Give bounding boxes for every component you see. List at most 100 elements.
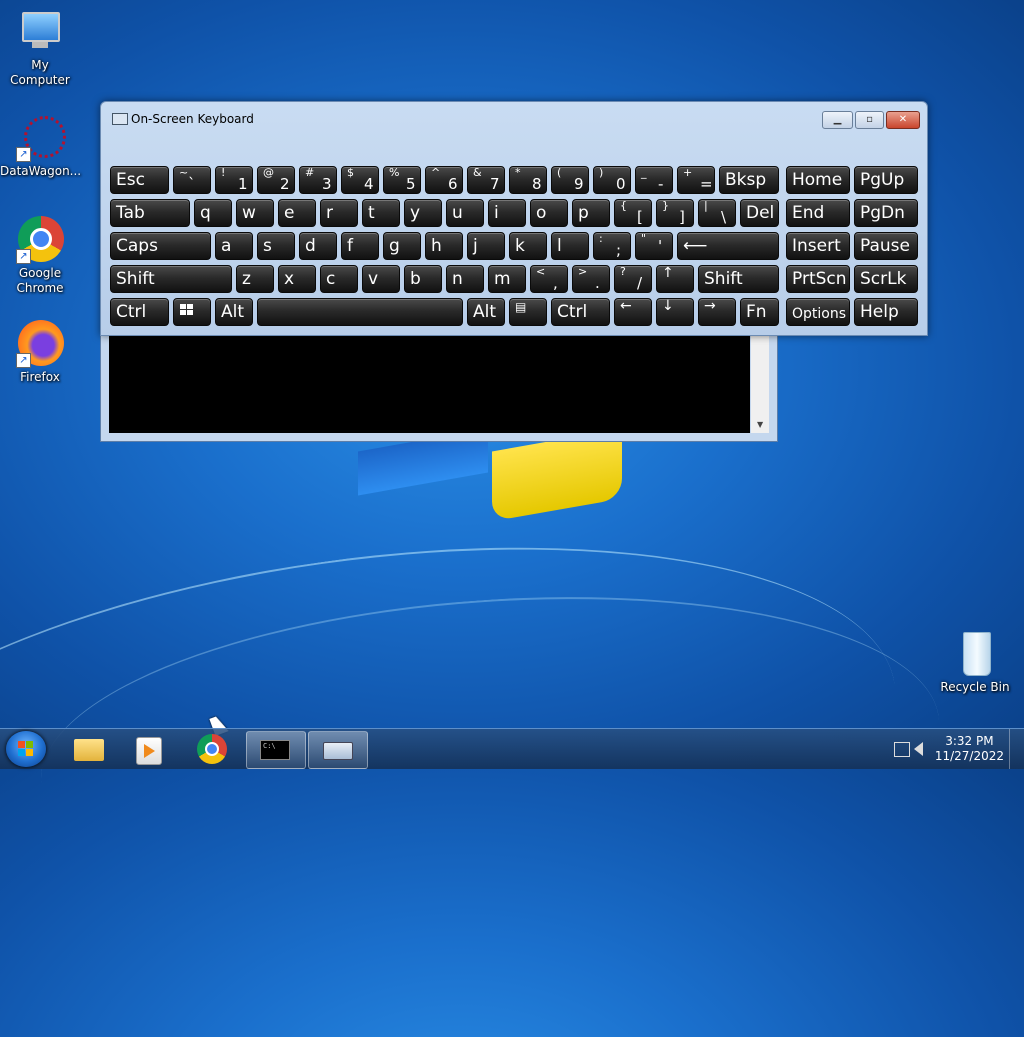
key-right-alt[interactable]: Alt <box>467 298 505 326</box>
key-pgdn[interactable]: PgDn <box>854 199 918 227</box>
key-b[interactable]: b <box>404 265 442 293</box>
key-a[interactable]: a <box>215 232 253 260</box>
taskbar-explorer-button[interactable] <box>60 731 118 767</box>
minimize-button[interactable]: ▁ <box>822 111 853 129</box>
key-r[interactable]: r <box>320 199 358 227</box>
key-space[interactable] <box>257 298 463 326</box>
taskbar-cmd-button[interactable]: C:\ <box>246 731 306 769</box>
network-icon[interactable] <box>894 742 910 757</box>
key-comma[interactable]: <, <box>530 265 568 293</box>
key-scrlk[interactable]: ScrLk <box>854 265 918 293</box>
key-7[interactable]: & 7 <box>467 166 505 194</box>
key-q[interactable]: q <box>194 199 232 227</box>
key-windows[interactable] <box>173 298 211 326</box>
key-d[interactable]: d <box>299 232 337 260</box>
key-right-arrow[interactable]: → <box>698 298 736 326</box>
key-period[interactable]: >. <box>572 265 610 293</box>
key-esc[interactable]: Esc <box>110 166 169 194</box>
key-h[interactable]: h <box>425 232 463 260</box>
key-slash[interactable]: ? / <box>614 265 652 293</box>
key-u[interactable]: u <box>446 199 484 227</box>
key-tilde[interactable]: ~ ` <box>173 166 211 194</box>
key-backslash[interactable]: | \ <box>698 199 736 227</box>
key-semicolon[interactable]: :; <box>593 232 631 260</box>
key-c[interactable]: c <box>320 265 358 293</box>
key-j[interactable]: j <box>467 232 505 260</box>
taskbar-osk-button[interactable] <box>308 731 368 769</box>
key-insert[interactable]: Insert <box>786 232 850 260</box>
key-pgup[interactable]: PgUp <box>854 166 918 194</box>
key-right-shift[interactable]: Shift <box>698 265 779 293</box>
key-2[interactable]: @2 <box>257 166 295 194</box>
key-equals[interactable]: + = <box>677 166 715 194</box>
key-9[interactable]: (9 <box>551 166 589 194</box>
key-del[interactable]: Del <box>740 199 779 227</box>
key-i[interactable]: i <box>488 199 526 227</box>
taskbar-chrome-button[interactable] <box>184 731 242 767</box>
key-8[interactable]: * 8 <box>509 166 547 194</box>
clock[interactable]: 3:32 PM 11/27/2022 <box>935 734 1004 764</box>
key-up-arrow[interactable]: ↑ <box>656 265 694 293</box>
key-y[interactable]: y <box>404 199 442 227</box>
key-n[interactable]: n <box>446 265 484 293</box>
key-left-ctrl[interactable]: Ctrl <box>110 298 169 326</box>
key-3[interactable]: #3 <box>299 166 337 194</box>
key-z[interactable]: z <box>236 265 274 293</box>
maximize-button[interactable]: ▫ <box>855 111 884 129</box>
key-e[interactable]: e <box>278 199 316 227</box>
key-home[interactable]: Home <box>786 166 850 194</box>
key-right-ctrl[interactable]: Ctrl <box>551 298 610 326</box>
show-desktop-button[interactable] <box>1009 729 1024 769</box>
console-scrollbar[interactable]: ▼ <box>751 335 769 433</box>
volume-icon[interactable] <box>914 742 923 756</box>
key-v[interactable]: v <box>362 265 400 293</box>
key-0[interactable]: ) 0 <box>593 166 631 194</box>
desktop-icon-google-chrome[interactable]: ↗ Google Chrome <box>0 216 80 296</box>
key-w[interactable]: w <box>236 199 274 227</box>
key-p[interactable]: p <box>572 199 610 227</box>
key-6[interactable]: ^ 6 <box>425 166 463 194</box>
key-4[interactable]: $4 <box>341 166 379 194</box>
key-left-arrow[interactable]: ← <box>614 298 652 326</box>
key-left-bracket[interactable]: {[ <box>614 199 652 227</box>
key-caps[interactable]: Caps <box>110 232 211 260</box>
on-screen-keyboard-window[interactable]: On-Screen Keyboard ▁ ▫ ✕ Esc ~ ` ! 1 @2 #3… <box>100 101 928 336</box>
key-k[interactable]: k <box>509 232 547 260</box>
key-left-alt[interactable]: Alt <box>215 298 253 326</box>
key-quote[interactable]: " ' <box>635 232 673 260</box>
key-s[interactable]: s <box>257 232 295 260</box>
key-1[interactable]: ! 1 <box>215 166 253 194</box>
desktop-icon-my-computer[interactable]: My Computer <box>0 8 80 88</box>
key-f[interactable]: f <box>341 232 379 260</box>
key-end[interactable]: End <box>786 199 850 227</box>
scroll-down-arrow-icon[interactable]: ▼ <box>757 420 763 429</box>
console-window[interactable]: ▼ <box>100 320 778 442</box>
key-o[interactable]: o <box>530 199 568 227</box>
key-backspace[interactable]: Bksp <box>719 166 779 194</box>
osk-titlebar[interactable]: On-Screen Keyboard ▁ ▫ ✕ <box>101 102 927 134</box>
taskbar-media-player-button[interactable] <box>120 731 178 767</box>
key-g[interactable]: g <box>383 232 421 260</box>
key-left-shift[interactable]: Shift <box>110 265 232 293</box>
console-output-area[interactable] <box>109 335 750 433</box>
key-prtscn[interactable]: PrtScn <box>786 265 850 293</box>
key-right-bracket[interactable]: }] <box>656 199 694 227</box>
key-enter[interactable]: ⟵ <box>677 232 779 260</box>
key-fn[interactable]: Fn <box>740 298 779 326</box>
key-5[interactable]: % 5 <box>383 166 421 194</box>
key-minus[interactable]: _ - <box>635 166 673 194</box>
close-button[interactable]: ✕ <box>886 111 920 129</box>
key-l[interactable]: l <box>551 232 589 260</box>
start-button[interactable] <box>6 731 46 767</box>
desktop-icon-firefox[interactable]: ↗ Firefox <box>0 320 80 385</box>
desktop-icon-recycle-bin[interactable]: Recycle Bin <box>935 630 1015 695</box>
key-help[interactable]: Help <box>854 298 918 326</box>
key-options[interactable]: Options <box>786 298 850 326</box>
key-tab[interactable]: Tab <box>110 199 190 227</box>
key-down-arrow[interactable]: ↓ <box>656 298 694 326</box>
key-x[interactable]: x <box>278 265 316 293</box>
key-m[interactable]: m <box>488 265 526 293</box>
desktop-icon-datawagon[interactable]: ↗ DataWagon... <box>0 114 81 179</box>
key-t[interactable]: t <box>362 199 400 227</box>
key-pause[interactable]: Pause <box>854 232 918 260</box>
